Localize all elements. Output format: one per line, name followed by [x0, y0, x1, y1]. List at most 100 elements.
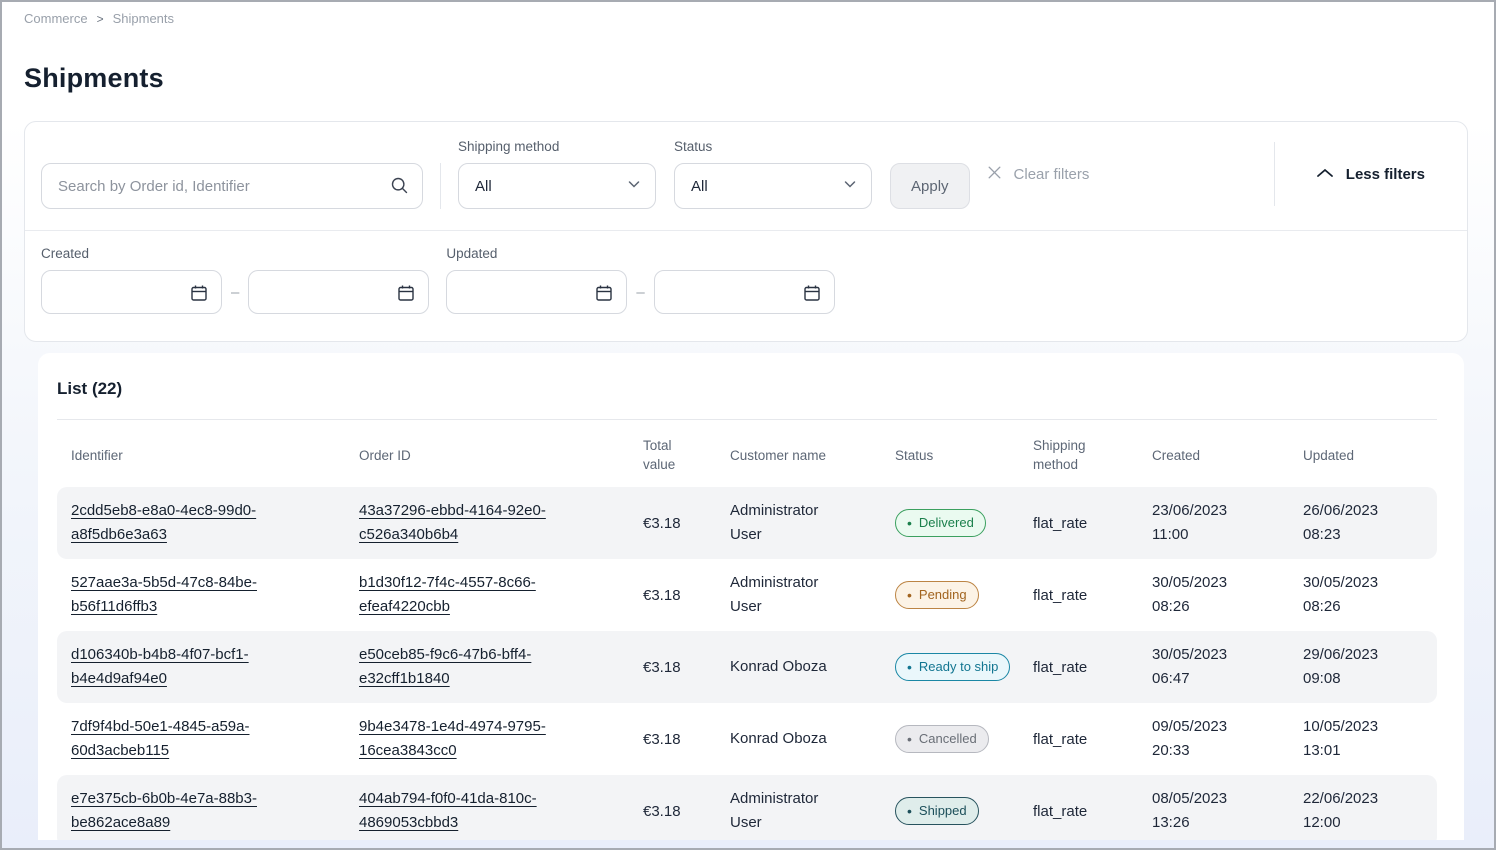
search-box: [41, 163, 423, 209]
shipping-method: flat_rate: [1033, 803, 1087, 820]
date-range-separator: –: [231, 284, 239, 301]
updated-datetime: 30/05/202308:26: [1303, 571, 1423, 619]
created-to-input[interactable]: [249, 271, 428, 313]
status-label: Status: [674, 139, 872, 154]
customer-name: Administrator User: [730, 571, 852, 619]
order-id-link[interactable]: 404ab794-f0f0-41da-810c-4869053cbbd3: [359, 787, 615, 835]
col-header-identifier: Identifier: [57, 420, 345, 487]
status-select[interactable]: All: [674, 163, 872, 209]
shipments-list-panel: List (22) Identifier Order ID Total valu…: [38, 353, 1464, 840]
shipping-method-label: Shipping method: [458, 139, 656, 154]
updated-datetime: 26/06/202308:23: [1303, 499, 1423, 547]
updated-date-filter: Updated –: [446, 246, 834, 314]
status-label: Delivered: [919, 515, 974, 530]
customer-name: Administrator User: [730, 787, 852, 835]
created-datetime: 30/05/202308:26: [1152, 571, 1275, 619]
table-row: 2cdd5eb8-e8a0-4ec8-99d0-a8f5db6e3a63 43a…: [57, 487, 1437, 559]
order-id-link[interactable]: b1d30f12-7f4c-4557-8c66-efeaf4220cbb: [359, 571, 615, 619]
filter-divider: [440, 163, 441, 209]
shipping-method-value: All: [475, 178, 492, 195]
status-label: Shipped: [919, 803, 967, 818]
status-label: Ready to ship: [919, 659, 999, 674]
order-id-link[interactable]: 9b4e3478-1e4d-4974-9795-16cea3843cc0: [359, 715, 615, 763]
customer-name: Konrad Oboza: [730, 655, 827, 679]
updated-to-field: [654, 270, 835, 314]
less-filters-label: Less filters: [1346, 166, 1425, 183]
customer-name: Administrator User: [730, 499, 852, 547]
chevron-down-icon: [842, 176, 858, 196]
page-title: Shipments: [24, 63, 1494, 94]
updated-datetime: 29/06/202309:08: [1303, 643, 1423, 691]
order-id-link[interactable]: 43a37296-ebbd-4164-92e0-c526a340b6b4: [359, 499, 615, 547]
total-value: €3.18: [643, 731, 681, 748]
status-badge: • Cancelled: [895, 725, 989, 753]
apply-button[interactable]: Apply: [890, 163, 970, 209]
filter-divider: [1274, 142, 1275, 206]
updated-to-input[interactable]: [655, 271, 834, 313]
breadcrumb: Commerce > Shipments: [2, 2, 1494, 26]
updated-datetime: 10/05/202313:01: [1303, 715, 1423, 763]
chevron-up-icon: [1316, 166, 1334, 183]
updated-label: Updated: [446, 246, 834, 261]
customer-name: Konrad Oboza: [730, 727, 827, 751]
identifier-link[interactable]: 2cdd5eb8-e8a0-4ec8-99d0-a8f5db6e3a63: [71, 499, 331, 547]
identifier-link[interactable]: d106340b-b4b8-4f07-bcf1-b4e4d9af94e0: [71, 643, 331, 691]
created-datetime: 30/05/202306:47: [1152, 643, 1275, 691]
identifier-link[interactable]: e7e375cb-6b0b-4e7a-88b3-be862ace8a89: [71, 787, 331, 835]
status-badge: • Ready to ship: [895, 653, 1010, 681]
identifier-link[interactable]: 7df9f4bd-50e1-4845-a59a-60d3acbeb115: [71, 715, 331, 763]
status-label: Pending: [919, 587, 967, 602]
shipments-table: Identifier Order ID Total value Customer…: [57, 420, 1437, 840]
status-dot-icon: •: [907, 734, 912, 744]
total-value: €3.18: [643, 803, 681, 820]
status-badge: • Shipped: [895, 797, 979, 825]
search-input[interactable]: [41, 163, 423, 209]
date-range-separator: –: [636, 284, 644, 301]
updated-from-input[interactable]: [447, 271, 626, 313]
table-row: d106340b-b4b8-4f07-bcf1-b4e4d9af94e0 e50…: [57, 631, 1437, 703]
status-label: Cancelled: [919, 731, 977, 746]
shipments-page: Commerce > Shipments Shipments Shipping …: [0, 0, 1496, 850]
total-value: €3.18: [643, 515, 681, 532]
updated-datetime: 22/06/202312:00: [1303, 787, 1423, 835]
clear-filters-button[interactable]: Clear filters: [986, 151, 1090, 197]
status-value: All: [691, 178, 708, 195]
col-header-status: Status: [881, 420, 1019, 487]
breadcrumb-commerce[interactable]: Commerce: [24, 11, 88, 26]
status-dot-icon: •: [907, 590, 912, 600]
col-header-customer-name: Customer name: [716, 420, 881, 487]
breadcrumb-shipments[interactable]: Shipments: [113, 11, 174, 26]
breadcrumb-separator: >: [97, 12, 104, 26]
updated-from-field: [446, 270, 627, 314]
table-row: 7df9f4bd-50e1-4845-a59a-60d3acbeb115 9b4…: [57, 703, 1437, 775]
shipping-method-select[interactable]: All: [458, 163, 656, 209]
col-header-shipping-method: Shipping method: [1019, 420, 1138, 487]
identifier-link[interactable]: 527aae3a-5b5d-47c8-84be-b56f11d6ffb3: [71, 571, 331, 619]
table-row: e7e375cb-6b0b-4e7a-88b3-be862ace8a89 404…: [57, 775, 1437, 840]
shipments-table-body: 2cdd5eb8-e8a0-4ec8-99d0-a8f5db6e3a63 43a…: [57, 487, 1437, 840]
shipping-method: flat_rate: [1033, 515, 1087, 532]
status-dot-icon: •: [907, 662, 912, 672]
total-value: €3.18: [643, 659, 681, 676]
x-icon: [986, 164, 1003, 185]
created-from-input[interactable]: [42, 271, 221, 313]
shipping-method: flat_rate: [1033, 587, 1087, 604]
filters-panel: Shipping method All Status All Apply: [24, 121, 1468, 342]
order-id-link[interactable]: e50ceb85-f9c6-47b6-bff4-e32cff1b1840: [359, 643, 615, 691]
created-datetime: 08/05/202313:26: [1152, 787, 1275, 835]
chevron-down-icon: [626, 176, 642, 196]
created-date-filter: Created –: [41, 246, 429, 314]
clear-filters-label: Clear filters: [1014, 166, 1090, 183]
created-to-field: [248, 270, 429, 314]
col-header-order-id: Order ID: [345, 420, 629, 487]
table-row: 527aae3a-5b5d-47c8-84be-b56f11d6ffb3 b1d…: [57, 559, 1437, 631]
created-from-field: [41, 270, 222, 314]
status-badge: • Pending: [895, 581, 979, 609]
less-filters-button[interactable]: Less filters: [1316, 151, 1425, 197]
col-header-total-value: Total value: [629, 420, 716, 487]
total-value: €3.18: [643, 587, 681, 604]
status-dot-icon: •: [907, 518, 912, 528]
created-datetime: 23/06/202311:00: [1152, 499, 1275, 547]
table-header-row: Identifier Order ID Total value Customer…: [57, 420, 1437, 487]
status-badge: • Delivered: [895, 509, 986, 537]
